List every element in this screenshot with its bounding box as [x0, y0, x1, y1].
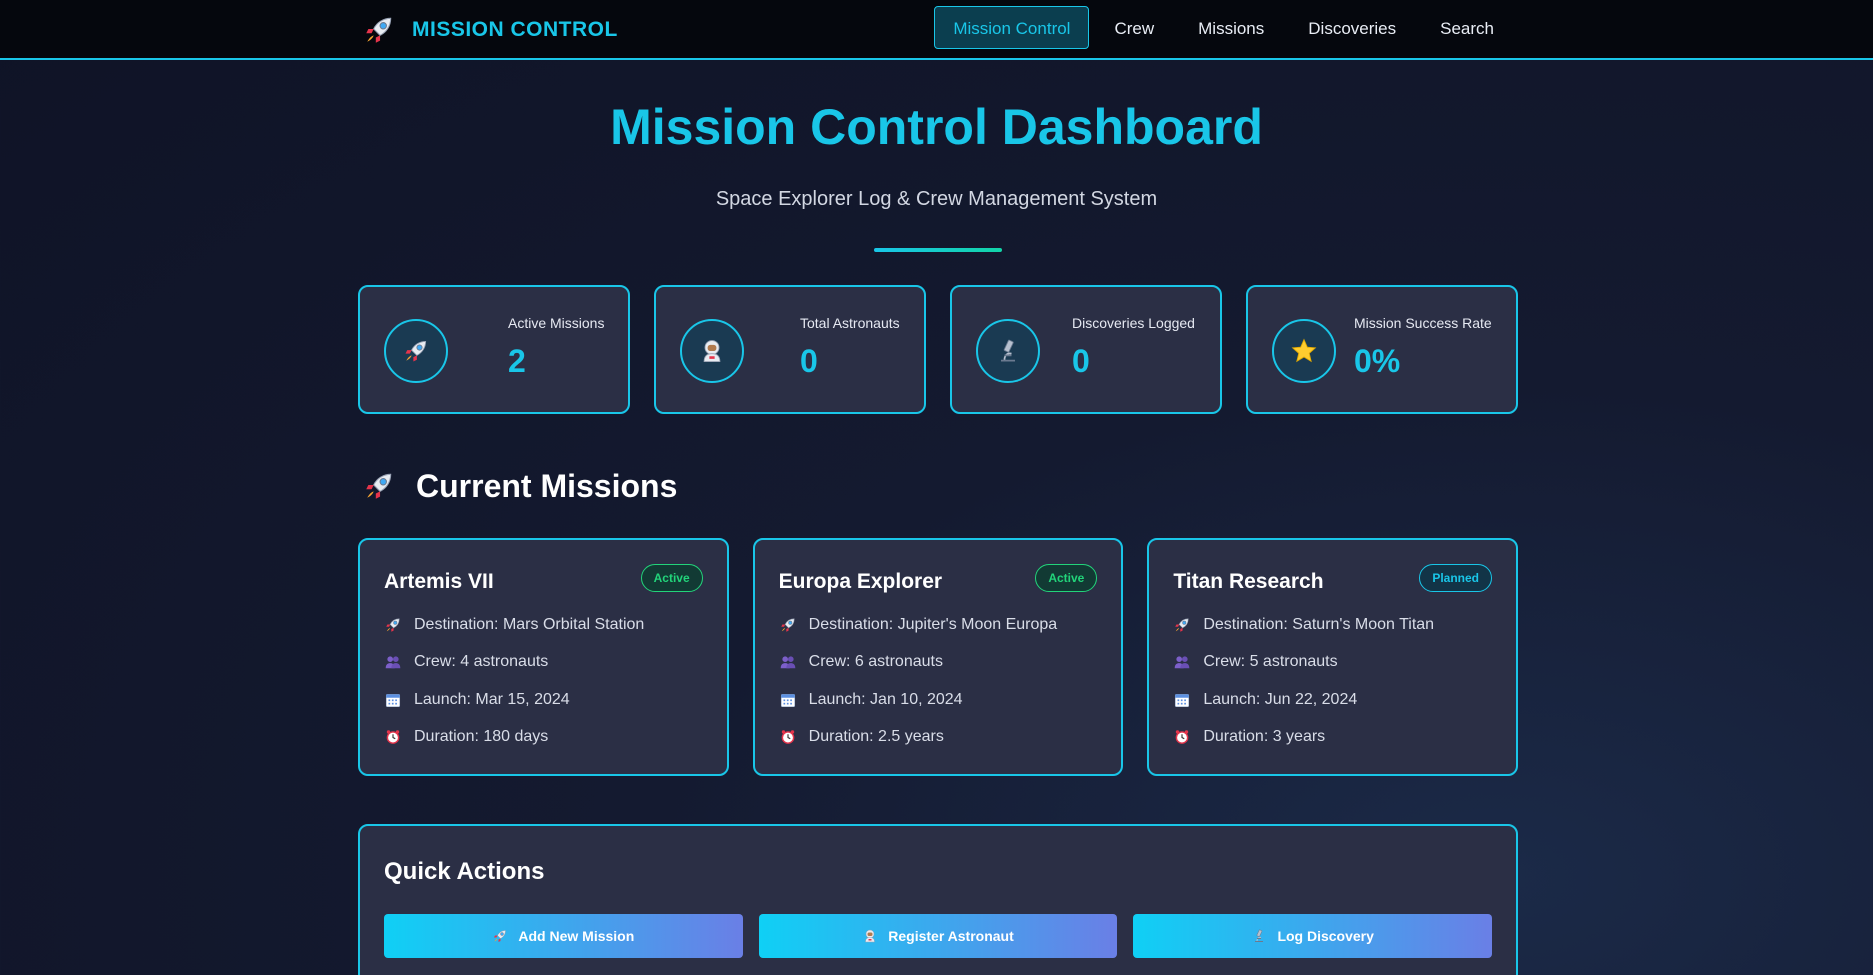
stat-value: 2	[508, 343, 526, 379]
mission-destination-text: Destination: Mars Orbital Station	[414, 616, 645, 633]
rocket-icon	[362, 13, 396, 47]
mission-duration: Duration: 2.5 years	[779, 726, 944, 748]
section-title-current-missions: Current Missions	[362, 466, 677, 506]
page-title: Mission Control Dashboard	[610, 99, 1263, 155]
page-subtitle: Space Explorer Log & Crew Management Sys…	[715, 188, 1158, 210]
stat-label: Discoveries Logged	[1072, 315, 1195, 331]
stat-label: Mission Success Rate	[1354, 315, 1492, 331]
mission-launch-text: Launch: Jan 10, 2024	[808, 691, 963, 708]
mission-name: Titan Research	[1173, 570, 1324, 593]
status-badge: Planned	[1419, 564, 1493, 592]
mission-card-titan-research[interactable]: Titan Research Planned Destination: Satu…	[1147, 538, 1519, 776]
section-title-text: Current Missions	[416, 467, 678, 504]
stat-value: 0	[1072, 343, 1090, 379]
mission-card-artemis-vii[interactable]: Artemis VII Active Destination: Mars Orb…	[358, 538, 729, 776]
mission-crew: Crew: 5 astronauts	[1173, 651, 1338, 673]
quick-actions-panel: Quick Actions Add New Mission Register A…	[358, 824, 1518, 975]
people-icon	[779, 653, 797, 671]
rocket-icon	[362, 469, 396, 503]
mission-crew: Crew: 4 astronauts	[384, 651, 548, 673]
mission-crew: Crew: 6 astronauts	[779, 651, 943, 673]
mission-launch: Launch: Mar 15, 2024	[384, 689, 570, 711]
rocket-icon	[779, 616, 797, 634]
stats-row: Active Missions 2 Total Astronauts 0 Dis…	[358, 285, 1518, 414]
quick-actions-buttons: Add New Mission Register Astronaut Log D…	[384, 914, 1493, 958]
mission-duration-text: Duration: 180 days	[414, 728, 549, 745]
add-new-mission-button[interactable]: Add New Mission	[384, 914, 743, 958]
nav-mission-control[interactable]: Mission Control	[934, 6, 1090, 49]
stat-card-total-astronauts: Total Astronauts 0	[654, 285, 926, 414]
stat-card-discoveries-logged: Discoveries Logged 0	[950, 285, 1222, 414]
stat-card-active-missions: Active Missions 2	[358, 285, 630, 414]
astronaut-icon	[698, 337, 726, 365]
register-astronaut-button[interactable]: Register Astronaut	[758, 914, 1118, 958]
mission-destination-text: Destination: Jupiter's Moon Europa	[808, 616, 1058, 633]
rocket-icon	[402, 337, 430, 365]
microscope-icon	[1251, 928, 1267, 944]
calendar-icon	[1173, 691, 1191, 709]
stat-label: Active Missions	[508, 315, 605, 331]
quick-actions-title: Quick Actions	[384, 858, 545, 885]
mission-card-europa-explorer[interactable]: Europa Explorer Active Destination: Jupi…	[752, 538, 1124, 776]
mission-crew-text: Crew: 4 astronauts	[414, 653, 549, 670]
nav-search[interactable]: Search	[1421, 6, 1513, 49]
star-icon	[1290, 337, 1318, 365]
nav-crew[interactable]: Crew	[1095, 6, 1173, 49]
stat-value: 0%	[1354, 343, 1401, 379]
button-label: Log Discovery	[1277, 928, 1374, 944]
nav-discoveries[interactable]: Discoveries	[1289, 6, 1415, 49]
alarm-clock-icon	[384, 728, 402, 746]
mission-duration-text: Duration: 2.5 years	[808, 728, 944, 745]
status-badge: Active	[640, 564, 703, 592]
calendar-icon	[384, 691, 402, 709]
stat-label: Total Astronauts	[800, 315, 900, 331]
calendar-icon	[779, 691, 797, 709]
people-icon	[1173, 653, 1191, 671]
mission-launch: Launch: Jun 22, 2024	[1173, 689, 1357, 711]
mission-destination-text: Destination: Saturn's Moon Titan	[1203, 616, 1435, 633]
mission-destination: Destination: Saturn's Moon Titan	[1173, 614, 1434, 636]
log-discovery-button[interactable]: Log Discovery	[1133, 914, 1493, 958]
top-navbar: MISSION CONTROL Mission Control Crew Mis…	[0, 0, 1873, 60]
rocket-icon	[384, 616, 402, 634]
astronaut-icon	[862, 928, 878, 944]
stat-value: 0	[800, 343, 818, 379]
mission-destination: Destination: Mars Orbital Station	[384, 614, 644, 636]
people-icon	[384, 653, 402, 671]
mission-name: Europa Explorer	[778, 570, 943, 593]
missions-grid: Artemis VII Active Destination: Mars Orb…	[358, 538, 1519, 776]
rocket-icon	[1173, 616, 1191, 634]
mission-duration: Duration: 3 years	[1173, 726, 1325, 748]
mission-name: Artemis VII	[384, 570, 494, 593]
button-label: Add New Mission	[518, 928, 635, 944]
nav-missions[interactable]: Missions	[1179, 6, 1283, 49]
status-badge: Active	[1035, 564, 1098, 592]
mission-launch-text: Launch: Mar 15, 2024	[414, 691, 570, 708]
brand-title: MISSION CONTROL	[412, 18, 618, 41]
mission-launch-text: Launch: Jun 22, 2024	[1203, 691, 1358, 708]
nav-links: Mission Control Crew Missions Discoverie…	[934, 6, 1513, 49]
mission-duration-text: Duration: 3 years	[1203, 728, 1326, 745]
button-label: Register Astronaut	[888, 928, 1014, 944]
alarm-clock-icon	[1173, 728, 1191, 746]
microscope-icon	[994, 337, 1022, 365]
mission-destination: Destination: Jupiter's Moon Europa	[779, 614, 1058, 636]
stat-card-success-rate: Mission Success Rate 0%	[1246, 285, 1518, 414]
alarm-clock-icon	[779, 728, 797, 746]
mission-crew-text: Crew: 6 astronauts	[808, 653, 943, 670]
title-divider	[874, 248, 1002, 252]
mission-launch: Launch: Jan 10, 2024	[779, 689, 963, 711]
rocket-icon	[492, 928, 508, 944]
brand[interactable]: MISSION CONTROL	[362, 10, 618, 50]
mission-crew-text: Crew: 5 astronauts	[1203, 653, 1338, 670]
mission-duration: Duration: 180 days	[384, 726, 548, 748]
